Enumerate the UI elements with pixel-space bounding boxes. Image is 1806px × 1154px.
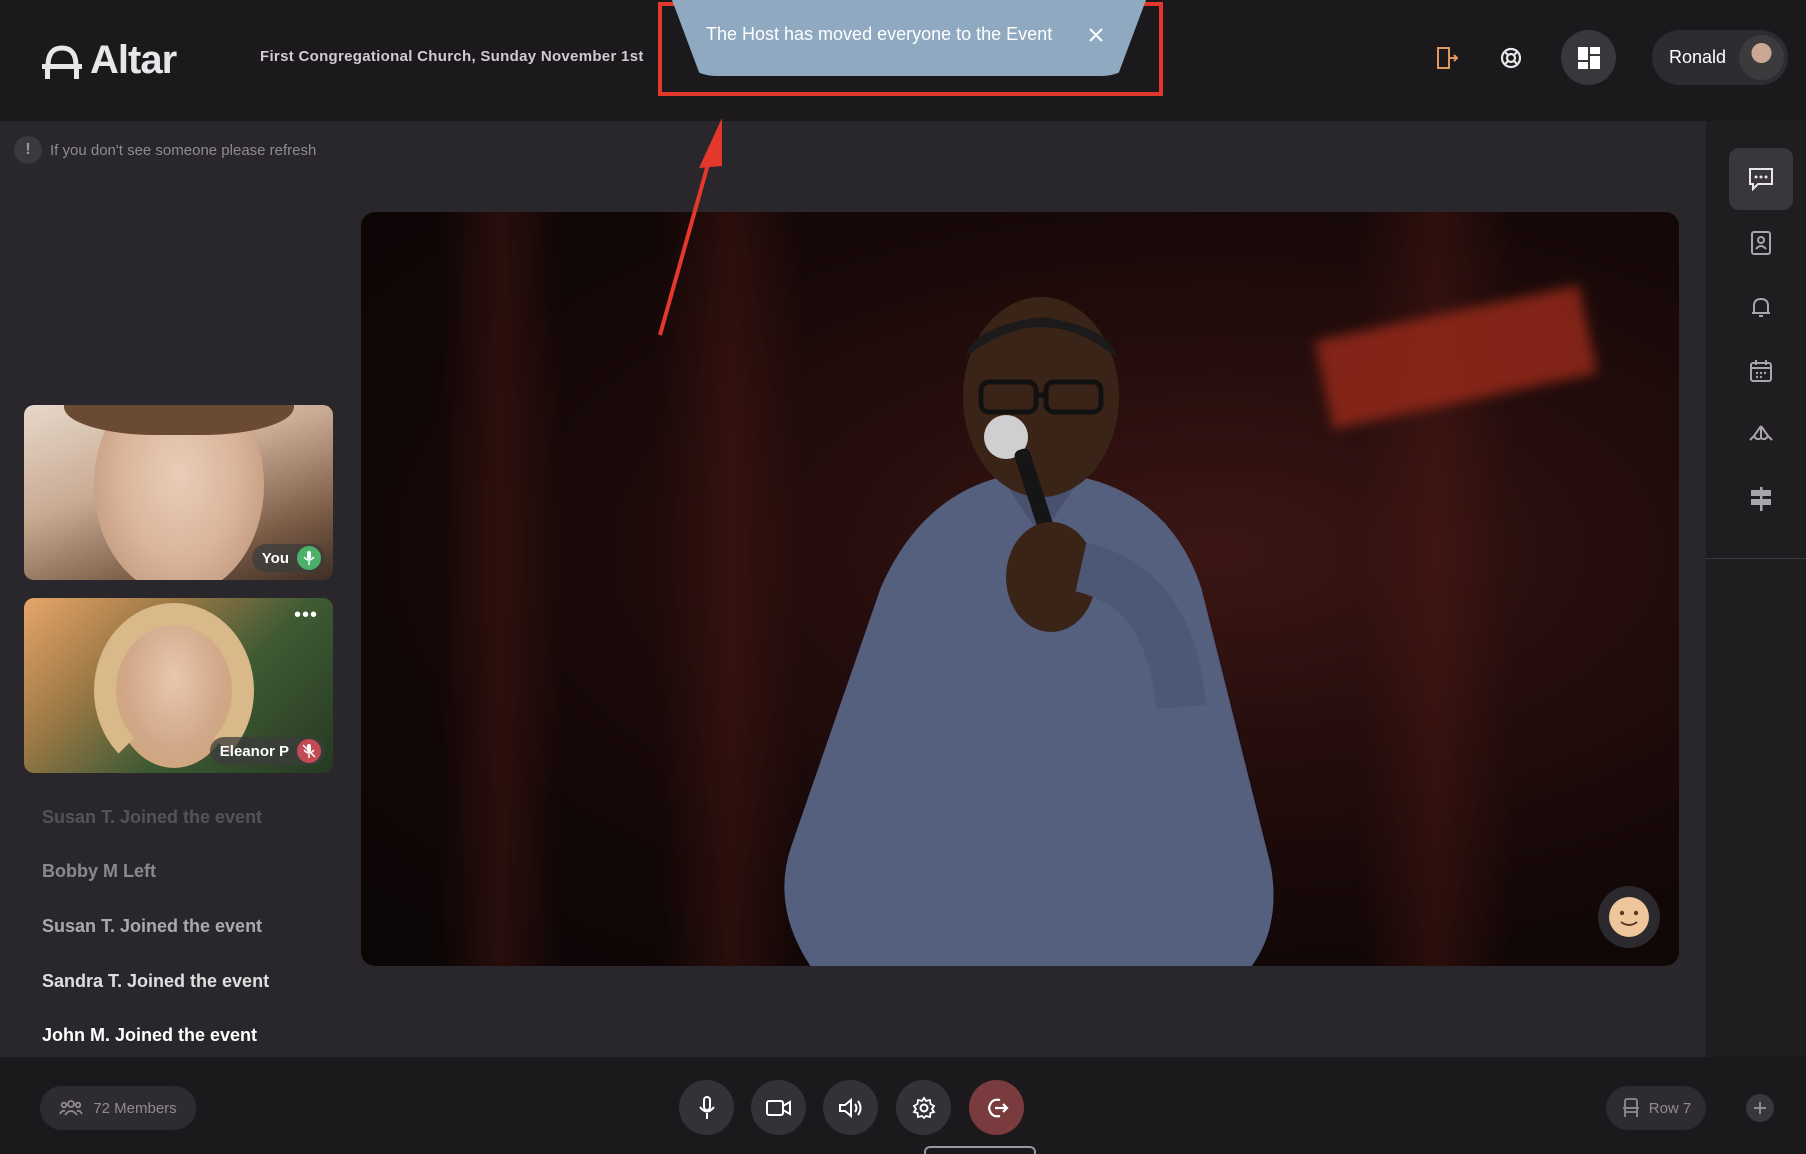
row-label: Row 7	[1648, 1099, 1692, 1117]
hair-shape	[64, 405, 294, 435]
sidebar-item-chat[interactable]	[1729, 148, 1793, 210]
speaker-figure	[784, 297, 1274, 966]
close-icon	[1089, 28, 1103, 42]
mic-on-icon	[297, 546, 321, 570]
seat-row-button[interactable]: Row 7	[1606, 1086, 1706, 1130]
video-camera-icon	[765, 1099, 791, 1116]
reactions-button[interactable]	[1598, 886, 1660, 948]
toast-content: The Host has moved everyone to the Event	[672, 0, 1146, 76]
microphone-icon	[698, 1095, 715, 1119]
speaker-toggle-button[interactable]	[823, 1080, 878, 1135]
video-tile-participant[interactable]: ••• Eleanor P	[24, 598, 333, 773]
activity-item: Bobby M Left	[42, 861, 156, 881]
tile-label: Eleanor P	[209, 737, 325, 765]
gear-icon	[912, 1095, 935, 1119]
members-count: 72 Members	[93, 1099, 177, 1117]
activity-item: John M. Joined the event	[42, 1025, 258, 1045]
settings-button[interactable]	[896, 1080, 951, 1135]
signpost-icon	[1751, 487, 1771, 511]
participant-name: Eleanor P	[219, 742, 289, 760]
activity-item: Susan T. Joined the event	[42, 807, 263, 827]
mic-toggle-button[interactable]	[679, 1080, 734, 1135]
add-button[interactable]	[1746, 1094, 1774, 1122]
sidebar-item-notifications[interactable]	[1729, 276, 1793, 338]
sidebar-item-signpost[interactable]	[1729, 468, 1793, 530]
sidebar-item-calendar[interactable]	[1729, 340, 1793, 402]
alert-icon: !	[14, 136, 42, 164]
sidebar-item-prayer[interactable]	[1729, 404, 1793, 466]
bell-icon	[1752, 297, 1770, 317]
participant-name: You	[261, 549, 289, 567]
more-options-button[interactable]: •••	[291, 605, 321, 625]
door-exit-icon	[1437, 47, 1459, 69]
chair-icon	[1622, 1098, 1639, 1117]
mic-off-icon	[297, 739, 321, 763]
activity-item: Susan T. Joined the event	[42, 916, 263, 936]
toast-close-button[interactable]	[1082, 21, 1110, 49]
sidebar-item-contacts[interactable]	[1729, 212, 1793, 274]
contacts-icon	[1751, 231, 1771, 255]
leave-event-button[interactable]	[1429, 40, 1465, 76]
leave-call-button[interactable]	[969, 1080, 1024, 1135]
tile-label: You	[251, 544, 325, 572]
user-menu[interactable]: Ronald	[1652, 30, 1788, 85]
toast-message: The Host has moved everyone to the Event	[706, 24, 1053, 44]
members-button[interactable]: 72 Members	[40, 1086, 196, 1130]
app-name: Altar	[90, 38, 177, 82]
exit-arrow-icon	[987, 1098, 1009, 1117]
home-indicator	[924, 1146, 1036, 1154]
curtain-shape	[441, 212, 561, 966]
activity-item: Sandra T. Joined the event	[42, 971, 270, 991]
lifebuoy-icon	[1500, 47, 1522, 69]
help-button[interactable]	[1493, 40, 1529, 76]
altar-logo-icon	[42, 44, 82, 79]
main-stage-video[interactable]	[361, 212, 1679, 966]
calendar-icon	[1750, 360, 1772, 382]
praying-hands-icon	[1749, 425, 1773, 441]
layout-toggle-button[interactable]	[1561, 30, 1616, 85]
chat-icon	[1749, 168, 1773, 191]
refresh-note: ! If you don't see someone please refres…	[14, 136, 316, 164]
speaker-volume-icon	[838, 1097, 861, 1118]
plus-icon	[1754, 1102, 1766, 1114]
refresh-note-text: If you don't see someone please refresh	[50, 141, 317, 159]
app-logo[interactable]: Altar	[42, 38, 177, 83]
smiley-icon	[1609, 897, 1649, 937]
people-icon	[59, 1100, 84, 1116]
grid-layout-icon	[1577, 46, 1600, 69]
user-name: Ronald	[1669, 47, 1727, 67]
video-tile-self[interactable]: You	[24, 405, 333, 580]
avatar	[1739, 35, 1784, 80]
event-title: First Congregational Church, Sunday Nove…	[260, 48, 644, 65]
sidebar-divider	[1706, 558, 1806, 559]
camera-toggle-button[interactable]	[751, 1080, 806, 1135]
